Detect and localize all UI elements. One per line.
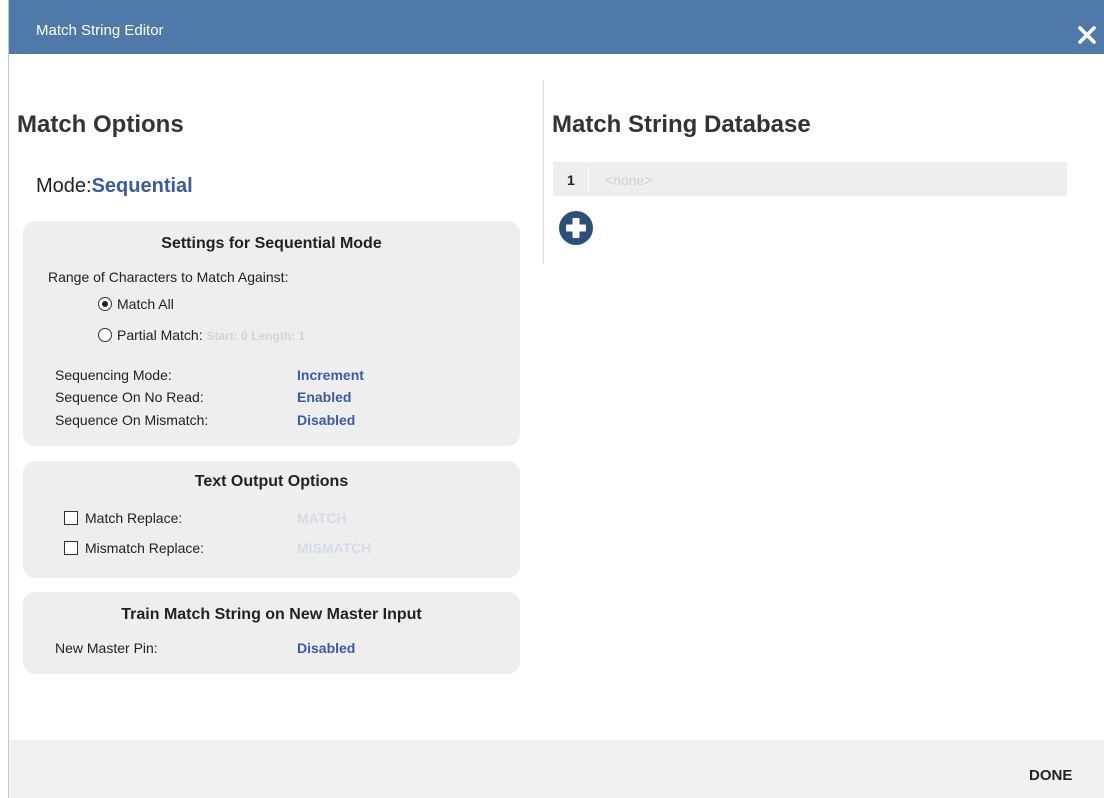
partial-match-radio[interactable] <box>98 328 112 342</box>
mismatch-replace-checkbox[interactable] <box>64 541 78 555</box>
sequence-no-read-value[interactable]: Enabled <box>297 389 351 405</box>
train-match-panel: Train Match String on New Master Input N… <box>23 592 520 674</box>
range-label: Range of Characters to Match Against: <box>48 269 289 285</box>
close-icon <box>1078 26 1096 44</box>
plus-circle-icon <box>559 211 593 245</box>
new-master-pin-value[interactable]: Disabled <box>297 640 355 656</box>
partial-match-label[interactable]: Partial Match: Start: 0 Length: 1 <box>117 327 305 343</box>
close-button[interactable] <box>1077 20 1101 48</box>
match-all-label[interactable]: Match All <box>117 296 174 312</box>
mismatch-replace-label[interactable]: Mismatch Replace: <box>85 540 204 556</box>
row-value: <none> <box>605 172 653 188</box>
partial-match-details: Start: 0 Length: 1 <box>206 329 306 343</box>
sequence-no-read-label: Sequence On No Read: <box>55 389 204 405</box>
text-output-panel: Text Output Options Match Replace: MATCH… <box>23 461 520 578</box>
database-row[interactable]: 1 <none> <box>553 162 1067 196</box>
train-panel-title: Train Match String on New Master Input <box>121 606 422 623</box>
match-replace-checkbox[interactable] <box>64 511 78 525</box>
match-all-radio[interactable] <box>98 297 112 311</box>
match-options-heading: Match Options <box>17 111 184 138</box>
new-master-pin-label: New Master Pin: <box>55 640 158 656</box>
title-bar: Match String Editor <box>9 0 1104 54</box>
match-replace-value[interactable]: MATCH <box>297 510 347 526</box>
mode-label: Mode: <box>36 175 92 197</box>
match-string-database-heading: Match String Database <box>552 111 811 138</box>
text-output-title: Text Output Options <box>194 473 349 490</box>
row-separator <box>588 166 589 192</box>
match-replace-label[interactable]: Match Replace: <box>85 510 182 526</box>
sequence-mismatch-label: Sequence On Mismatch: <box>55 412 209 428</box>
mode-value-link[interactable]: Sequential <box>92 175 193 197</box>
dialog-footer: DONE <box>9 740 1104 798</box>
mode-line: Mode:Sequential <box>36 175 193 198</box>
sequential-panel-title: Settings for Sequential Mode <box>161 235 382 252</box>
sequencing-mode-value[interactable]: Increment <box>297 367 364 383</box>
mismatch-replace-value[interactable]: MISMATCH <box>297 540 371 556</box>
row-index: 1 <box>567 172 575 188</box>
match-string-editor-dialog: Match String Editor Match Options Mode:S… <box>8 0 1104 798</box>
column-divider <box>543 80 544 264</box>
add-match-string-button[interactable] <box>559 211 593 245</box>
window-title: Match String Editor <box>36 22 164 39</box>
sequencing-mode-label: Sequencing Mode: <box>55 367 172 383</box>
sequence-mismatch-value[interactable]: Disabled <box>297 412 355 428</box>
sequential-settings-panel: Settings for Sequential Mode Range of Ch… <box>23 221 520 446</box>
done-button[interactable]: DONE <box>1029 767 1072 784</box>
partial-match-text: Partial Match: <box>117 327 203 343</box>
